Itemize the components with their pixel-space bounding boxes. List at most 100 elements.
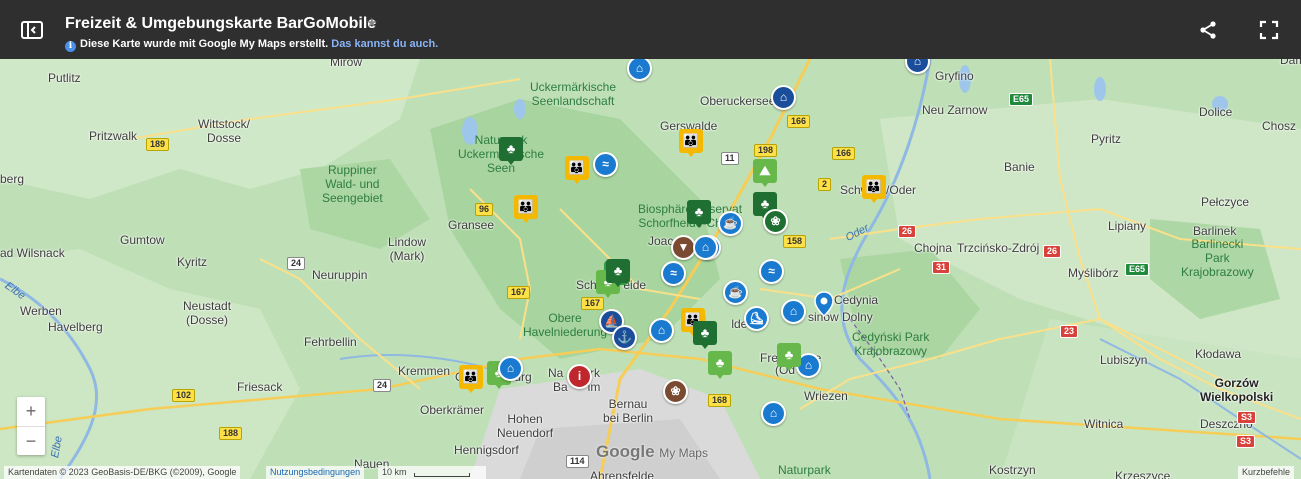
road-shield: 158 xyxy=(783,235,807,248)
sidebar-toggle-icon[interactable] xyxy=(20,20,44,40)
zoom-in-button[interactable]: + xyxy=(17,397,45,426)
trees-icon[interactable]: ♣ xyxy=(693,321,717,349)
family-icon[interactable]: 👪 xyxy=(514,195,538,223)
museum-icon[interactable]: ⌂ xyxy=(627,59,652,81)
paw-icon[interactable]: ❀ xyxy=(763,209,788,234)
place-chojna: Chojna xyxy=(914,241,953,255)
scale-line xyxy=(414,473,470,477)
place-witnica: Witnica xyxy=(1084,417,1124,431)
place-mysliborz: Myślibórz xyxy=(1068,266,1119,280)
place-klodawa: Kłodawa xyxy=(1195,347,1242,361)
cup-icon[interactable]: ☕ xyxy=(718,211,743,236)
family-icon[interactable]: 👪 xyxy=(862,175,886,203)
zoom-out-button[interactable]: − xyxy=(17,426,45,456)
place-lipiany: Lipiany xyxy=(1108,219,1147,233)
road-shield: 167 xyxy=(581,297,605,310)
share-icon[interactable] xyxy=(1198,20,1218,40)
place-trzcinsko: Trzcińsko-Zdrój xyxy=(957,241,1040,255)
place-oberkraemer: Oberkrämer xyxy=(420,403,485,417)
museum-icon[interactable]: ⌂ xyxy=(498,356,523,381)
place-barlinek: Barlinek xyxy=(1193,224,1237,238)
place-mirow: Mirow xyxy=(330,59,362,69)
place-hohen-neuendorf: Hohen Neuendorf xyxy=(497,412,554,440)
trees-icon[interactable]: ♣ xyxy=(606,259,630,287)
road-shield: S3 xyxy=(1236,435,1256,448)
road-shield: 166 xyxy=(832,147,856,160)
trees-icon[interactable]: ♣ xyxy=(687,200,711,228)
road-shield: 23 xyxy=(1060,325,1079,338)
map-footer: Kartendaten © 2023 GeoBasis-DE/BKG (©200… xyxy=(0,466,1301,479)
place-berg: berg xyxy=(0,172,25,186)
family-icon[interactable]: 👪 xyxy=(679,129,703,157)
place-werben: Werben xyxy=(20,304,62,318)
museum-icon[interactable]: ⌂ xyxy=(781,299,806,324)
road-shield: 31 xyxy=(932,261,951,274)
place-chosz: Chosz xyxy=(1262,119,1297,133)
place-gumtow: Gumtow xyxy=(120,233,165,247)
road-shield: E65 xyxy=(1009,93,1034,106)
cup-icon[interactable]: ☕ xyxy=(723,280,748,305)
area-uckermark-lakes: Uckermärkische Seenlandschaft xyxy=(530,80,617,108)
map-canvas[interactable]: Putlitz Mirow Gryfino Neu Zarnow Dolice … xyxy=(0,59,1301,479)
place-pyritz: Pyritz xyxy=(1091,132,1121,146)
area-cedynski: Cedyński Park Krajobrazowy xyxy=(852,330,930,358)
sport-icon[interactable]: ⛸ xyxy=(744,306,769,331)
swimming-icon[interactable]: ≈ xyxy=(593,152,618,177)
trees-icon[interactable]: ♣ xyxy=(777,343,801,371)
mymaps-link[interactable]: Das kannst du auch. xyxy=(331,38,438,50)
place-lindow: Lindow (Mark) xyxy=(388,235,427,263)
road-shield: 96 xyxy=(475,203,494,216)
keyboard-shortcuts-link[interactable]: Kurzbefehle xyxy=(1238,466,1295,479)
place-neuruppin: Neuruppin xyxy=(312,268,368,282)
road-shield: 26 xyxy=(898,225,917,238)
park-icon[interactable]: ⛰ xyxy=(753,159,777,187)
road-shield: 167 xyxy=(507,286,531,299)
place-wittstock: Wittstock/ Dosse xyxy=(198,117,251,145)
museum-icon[interactable]: ⌂ xyxy=(693,235,718,260)
place-dolice: Dolice xyxy=(1199,105,1233,119)
info-icon[interactable]: i xyxy=(567,364,592,389)
road-shield: 2 xyxy=(818,178,832,191)
scale-label: 10 km xyxy=(382,467,407,477)
area-ruppiner: Ruppiner Wald- und Seengebiet xyxy=(322,163,383,205)
place-kyritz: Kyritz xyxy=(177,255,207,269)
place-banie: Banie xyxy=(1004,160,1035,174)
star-icon[interactable]: ★ xyxy=(366,15,378,31)
place-gorzow: Gorzów Wielkopolski xyxy=(1200,376,1274,404)
place-wriezen: Wriezen xyxy=(804,389,848,403)
museum-icon[interactable]: ⌂ xyxy=(905,59,930,74)
ship-icon[interactable]: ⚓ xyxy=(612,325,637,350)
place-joachimsthal: Joac xyxy=(648,234,674,248)
place-bernau: Bernau bei Berlin xyxy=(603,397,654,425)
place-pritzwalk: Pritzwalk xyxy=(89,129,138,143)
museum-icon[interactable]: ⌂ xyxy=(649,318,674,343)
trees-icon[interactable]: ♣ xyxy=(708,351,732,379)
boat-icon[interactable]: ≈ xyxy=(759,259,784,284)
road-shield: 168 xyxy=(708,394,732,407)
terms-link[interactable]: Nutzungsbedingungen xyxy=(266,466,365,479)
map-attribution: Kartendaten © 2023 GeoBasis-DE/BKG (©200… xyxy=(4,466,241,479)
google-logo-text: Google xyxy=(596,442,655,461)
location-pin-icon[interactable] xyxy=(814,291,838,318)
map-header: Freizeit & Umgebungskarte BarGoMobile ★ … xyxy=(0,0,1301,59)
place-gransee: Gransee xyxy=(448,218,495,232)
museum-icon[interactable]: ⌂ xyxy=(771,85,796,110)
map-subtitle: i Diese Karte wurde mit Google My Maps er… xyxy=(65,38,438,52)
paw-icon[interactable]: ❀ xyxy=(663,379,688,404)
place-oberuckersee: Oberuckersee xyxy=(700,94,776,108)
museum-icon[interactable]: ⌂ xyxy=(761,401,786,426)
scale-bar[interactable]: 10 km xyxy=(378,466,486,479)
road-shield: 188 xyxy=(219,427,243,440)
fullscreen-icon[interactable] xyxy=(1259,20,1279,40)
road-shield: 189 xyxy=(146,138,170,151)
road-shield: 24 xyxy=(287,257,306,270)
road-shield: 11 xyxy=(721,152,739,165)
road-shield: S3 xyxy=(1237,411,1257,424)
place-neu-zarnow: Neu Zarnow xyxy=(922,103,988,117)
family-icon[interactable]: 👪 xyxy=(565,156,589,184)
area-barlinecki: Barlinecki Park Krajobrazowy xyxy=(1181,237,1254,279)
swimming-icon[interactable]: ≈ xyxy=(661,261,686,286)
map-title: Freizeit & Umgebungskarte BarGoMobile xyxy=(65,15,377,32)
trees-icon[interactable]: ♣ xyxy=(499,137,523,165)
family-icon[interactable]: 👪 xyxy=(459,365,483,393)
